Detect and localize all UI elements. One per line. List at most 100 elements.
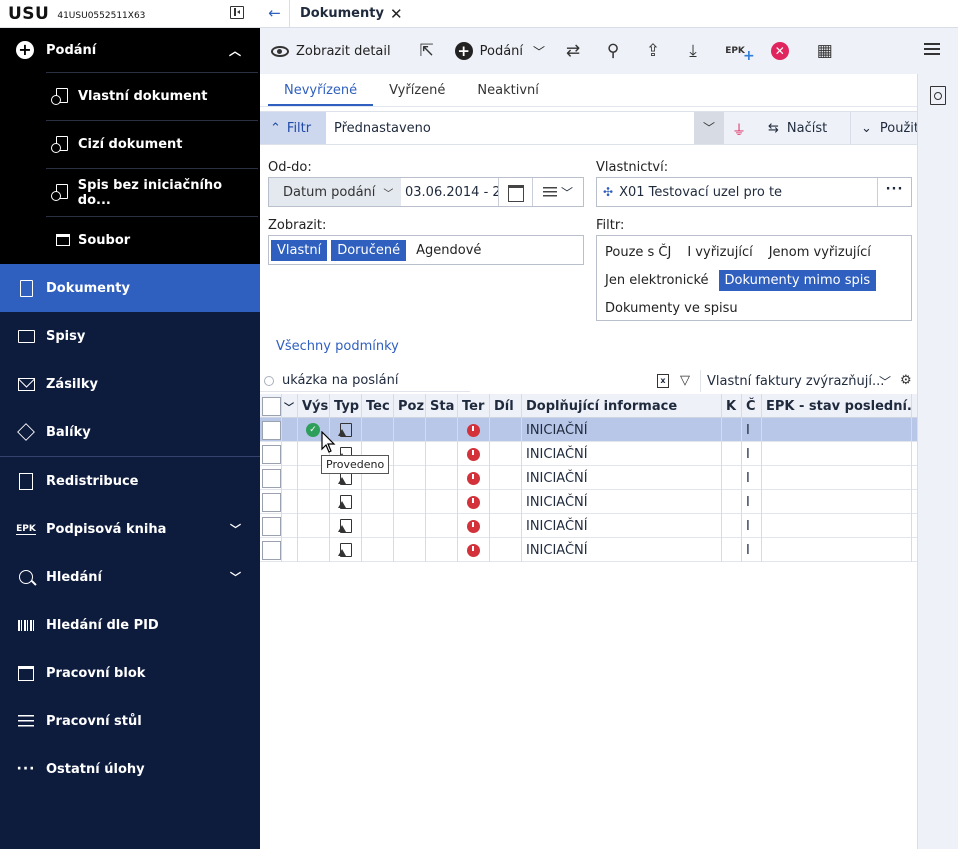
row-checkbox[interactable] xyxy=(262,444,281,464)
sidebar-item-spisy[interactable]: Spisy xyxy=(0,312,260,360)
col-header-vys[interactable]: Výs xyxy=(298,394,330,418)
back-arrow-icon[interactable]: ← xyxy=(260,0,290,28)
vlastnictvi-input[interactable]: ✣ X01 Testovací uzel pro te xyxy=(597,178,877,206)
col-header-epk[interactable]: EPK - stav poslední... xyxy=(762,394,912,418)
podani-menu-toggle[interactable]: + Podání ︿ xyxy=(0,28,260,72)
chip-vlastni[interactable]: Vlastní xyxy=(271,239,328,261)
calendar-icon[interactable] xyxy=(499,178,533,206)
sidebar-item-baliky[interactable]: Balíky xyxy=(0,408,260,456)
podani-item-soubor[interactable]: Soubor xyxy=(46,216,258,264)
date-range-input[interactable]: 03.06.2014 - 23 xyxy=(401,178,499,206)
filter-dropdown-icon[interactable]: ﹀ xyxy=(694,112,724,144)
cube-icon xyxy=(16,422,36,442)
podani-dropdown-button[interactable]: + Podání ﹀ xyxy=(447,35,553,67)
col-header-ter[interactable]: Ter xyxy=(458,394,490,418)
transfer-button[interactable]: ⇄ xyxy=(553,35,593,67)
chip-pouze-s-cj[interactable]: Pouze s ČJ xyxy=(599,242,677,263)
chevron-down-icon: ﹀ xyxy=(230,523,241,536)
epk-add-button[interactable]: EPK + xyxy=(713,35,763,67)
podani-item-vlastni-dokument[interactable]: Vlastní dokument xyxy=(46,72,258,120)
document-search-icon[interactable] xyxy=(930,86,946,105)
more-options-button[interactable]: ··· xyxy=(877,178,911,206)
table-row[interactable]: INICIAČNÍ I xyxy=(260,514,917,538)
row-checkbox[interactable] xyxy=(262,540,281,560)
sidebar-item-pracovni-stul[interactable]: Pracovní stůl xyxy=(0,697,260,745)
chip-dorucene[interactable]: Doručené xyxy=(331,239,407,261)
date-type-select[interactable]: Datum podání ﹀ xyxy=(269,178,401,206)
table-row[interactable]: INICIAČNÍ I xyxy=(260,538,917,562)
chip-jen-elektronicke[interactable]: Jen elektronické xyxy=(599,270,715,291)
external-link-icon: ⇱ xyxy=(419,41,434,61)
tab-neaktivni[interactable]: Neaktivní xyxy=(461,74,554,106)
table-cell xyxy=(762,538,912,562)
chevron-down-icon: ﹀ xyxy=(383,188,394,200)
col-header-doplnujici[interactable]: Doplňující informace xyxy=(522,394,722,418)
filter-preset-input[interactable]: Přednastaveno xyxy=(326,112,694,144)
sidebar-item-hledani[interactable]: Hledání ﹀ xyxy=(0,553,260,601)
deadline-clock-icon xyxy=(467,495,480,509)
table-cell xyxy=(426,442,458,466)
sidebar-item-redistribuce[interactable]: Redistribuce xyxy=(0,457,260,505)
col-header-sta[interactable]: Sta xyxy=(426,394,458,418)
col-header-typ[interactable]: Typ xyxy=(330,394,362,418)
row-checkbox[interactable] xyxy=(262,492,281,512)
used-filters-button[interactable]: ⌄ Použité xyxy=(850,112,917,144)
tab-dokumenty[interactable]: Dokumenty xyxy=(300,6,384,21)
table-row[interactable]: INICIAČNÍ I xyxy=(260,490,917,514)
table-cell xyxy=(394,514,426,538)
calendar-icon xyxy=(16,663,36,683)
grid-search-input[interactable]: ukázka na poslání xyxy=(260,370,470,392)
col-header-poz[interactable]: Poz xyxy=(394,394,426,418)
podani-item-cizi-dokument[interactable]: Cizí dokument xyxy=(46,120,258,168)
chip-jenom-vyrizujici[interactable]: Jenom vyřizující xyxy=(763,242,877,263)
collapse-sidebar-icon[interactable] xyxy=(230,6,244,19)
assign-user-button[interactable]: ⚲ xyxy=(593,35,633,67)
hamburger-menu-icon[interactable] xyxy=(924,43,940,55)
table-cell xyxy=(458,490,490,514)
col-header-k[interactable]: K xyxy=(722,394,742,418)
table-cell xyxy=(762,442,912,466)
all-conditions-link[interactable]: Všechny podmínky xyxy=(276,339,399,354)
select-all-checkbox[interactable] xyxy=(262,396,281,416)
table-cell xyxy=(298,538,330,562)
row-checkbox[interactable] xyxy=(262,420,281,440)
sidebar-item-podpisova-kniha[interactable]: EPK Podpisová kniha ﹀ xyxy=(0,505,260,553)
col-header-tec[interactable]: Tec xyxy=(362,394,394,418)
sidebar-item-hledani-pid[interactable]: Hledání dle PID xyxy=(0,601,260,649)
table-row[interactable]: ✓ INICIAČNÍ I xyxy=(260,418,917,442)
close-tab-icon[interactable]: ✕ xyxy=(390,5,403,23)
podani-item-spis[interactable]: Spis bez iniciačního do... xyxy=(46,168,258,216)
load-filter-button[interactable]: ⇆ Načíst xyxy=(768,112,827,144)
import-button[interactable]: ⤓ xyxy=(673,35,713,67)
add-to-work-block-button[interactable]: ▦ xyxy=(805,35,845,67)
chip-dokumenty-mimo-spis[interactable]: Dokumenty mimo spis xyxy=(718,269,877,291)
barcode-icon xyxy=(16,615,36,635)
tab-nevyrizene[interactable]: Nevyřízené xyxy=(268,74,374,106)
gear-icon[interactable]: ⚙ xyxy=(900,373,912,388)
chip-dokumenty-ve-spisu[interactable]: Dokumenty ve spisu xyxy=(599,298,744,319)
date-preset-menu[interactable]: ﹀ xyxy=(533,178,583,206)
deadline-clock-icon xyxy=(467,471,480,485)
row-checkbox[interactable] xyxy=(262,468,281,488)
filter-clear-icon[interactable]: ⏚ xyxy=(732,120,746,140)
sidebar-item-dokumenty[interactable]: Dokumenty xyxy=(0,264,260,312)
col-header-dil[interactable]: Díl xyxy=(490,394,522,418)
export-button[interactable]: ⇪ xyxy=(633,35,673,67)
funnel-icon[interactable]: ▽ xyxy=(680,373,690,388)
chip-i-vyrizujici[interactable]: I vyřizující xyxy=(681,242,758,263)
column-menu-icon[interactable]: ﹀ xyxy=(282,394,298,418)
show-detail-button[interactable]: Zobrazit detail xyxy=(260,35,399,67)
sidebar-item-zasilky[interactable]: Zásilky xyxy=(0,360,260,408)
sidebar-item-ostatni-ulohy[interactable]: ··· Ostatní úlohy xyxy=(0,745,260,793)
info-cell: INICIAČNÍ xyxy=(522,514,722,538)
tab-vyrizene[interactable]: Vyřízené xyxy=(373,74,461,106)
sidebar-item-pracovni-blok[interactable]: Pracovní blok xyxy=(0,649,260,697)
col-header-c[interactable]: Č xyxy=(742,394,762,418)
highlight-select[interactable]: Vlastní faktury zvýrazňují... ﹀ xyxy=(700,370,896,392)
row-checkbox[interactable] xyxy=(262,516,281,536)
filter-toggle-button[interactable]: ⌃ Filtr xyxy=(260,112,326,144)
excel-export-icon[interactable]: x xyxy=(657,374,669,388)
cancel-document-button[interactable]: ✕ xyxy=(763,35,797,67)
open-external-button[interactable]: ⇱ xyxy=(407,35,447,67)
chip-agendove[interactable]: Agendové xyxy=(410,240,487,261)
